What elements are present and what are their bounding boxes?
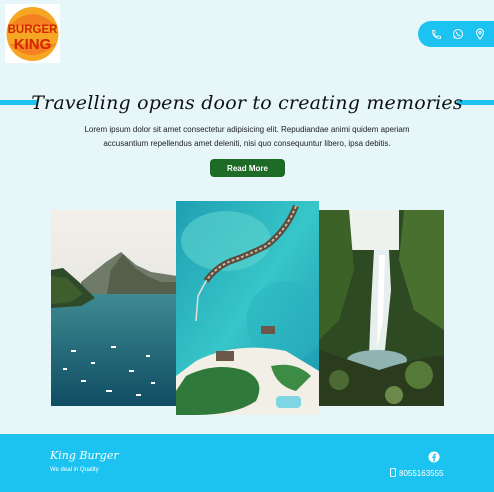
gallery-image-villas — [176, 201, 319, 415]
logo-text-king: KING — [14, 36, 52, 53]
gallery-image-waterfall — [319, 210, 444, 406]
location-pin-icon[interactable] — [475, 28, 485, 40]
hero-title: Travelling opens door to creating memori… — [31, 92, 463, 114]
read-more-button[interactable]: Read More — [210, 159, 285, 177]
phone-icon[interactable] — [431, 29, 442, 40]
footer-tagline: We deal in Quality — [50, 467, 99, 473]
brand-logo[interactable]: BURGER KING — [5, 4, 60, 63]
footer-phone-number: 8055163555 — [399, 469, 444, 478]
contact-bar — [418, 21, 494, 47]
footer-phone[interactable]: 8055163555 — [390, 468, 444, 479]
footer: King Burger We deal in Quality 805516355… — [0, 434, 494, 492]
facebook-icon[interactable] — [428, 448, 440, 467]
footer-brand: King Burger — [50, 449, 119, 462]
logo-text-burger: BURGER — [8, 24, 59, 36]
hero-description: Lorem ipsum dolor sit amet consectetur a… — [84, 125, 410, 148]
mobile-icon — [390, 468, 396, 479]
whatsapp-icon[interactable] — [452, 28, 464, 40]
gallery-image-bay — [51, 210, 177, 406]
